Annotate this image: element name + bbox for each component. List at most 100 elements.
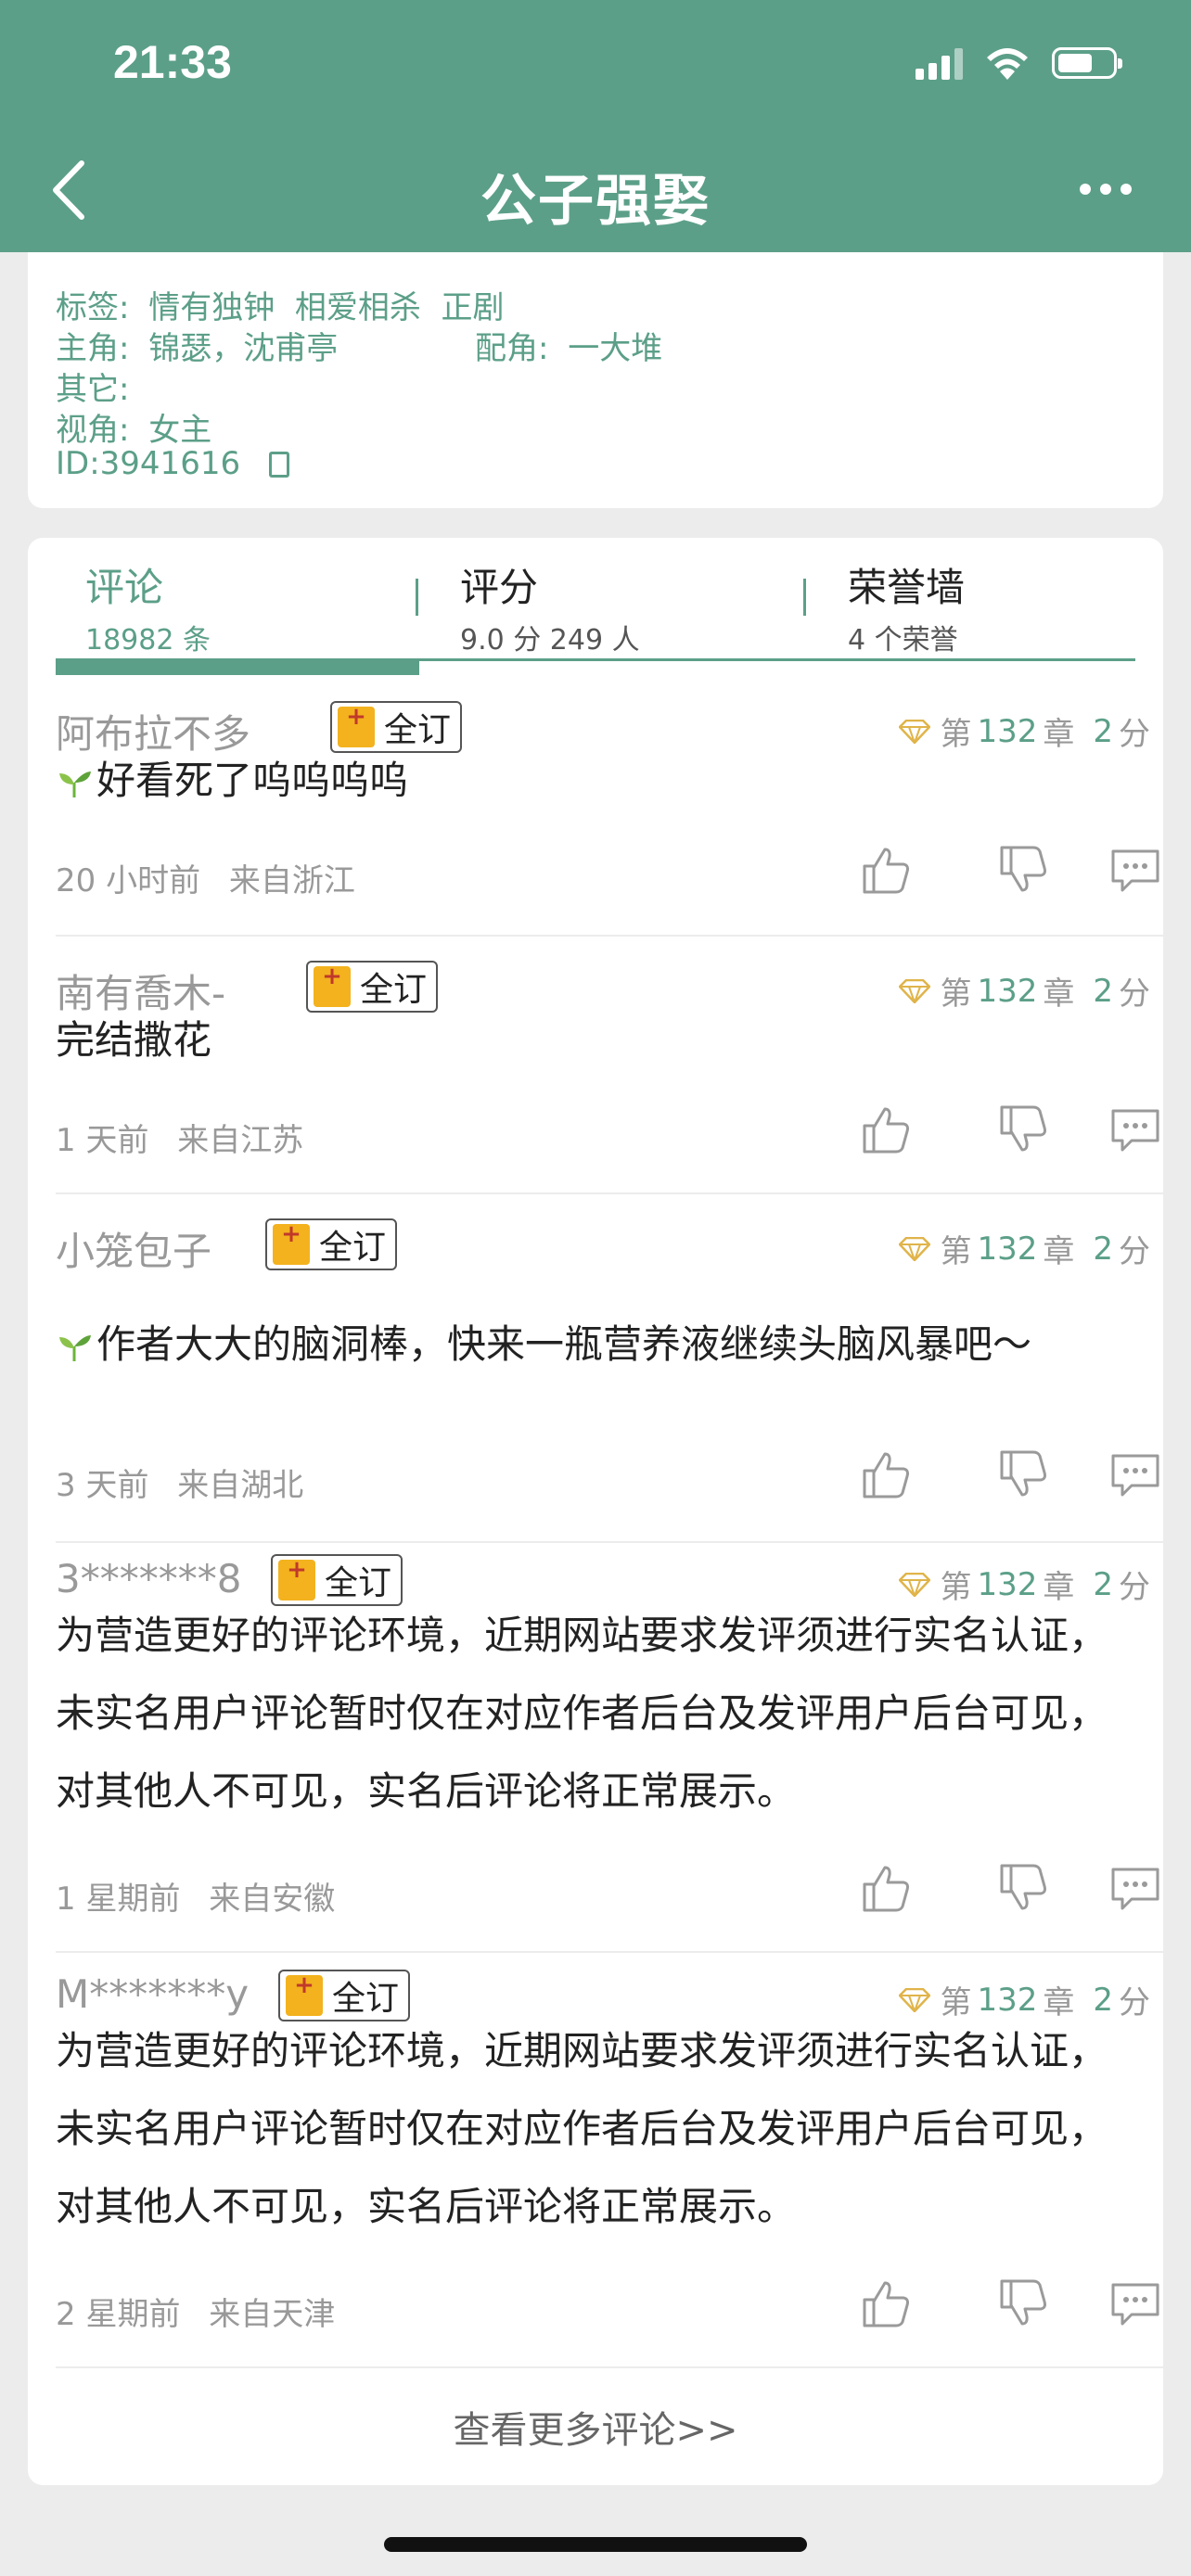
- comment-meta: 第 132 章 2 分: [899, 708, 1150, 754]
- divider: [56, 935, 1163, 937]
- tab-honor-label: 荣誉墙: [848, 565, 966, 610]
- chapter-number: 132: [977, 712, 1038, 750]
- dislike-icon[interactable]: [994, 1860, 1050, 1916]
- reply-icon[interactable]: [1108, 842, 1163, 898]
- like-icon[interactable]: [857, 1860, 913, 1916]
- comment-text: 作者大大的脑洞棒，快来一瓶营养液继续头脑风暴吧～: [96, 1321, 1032, 1367]
- pov-value: 女主: [148, 412, 212, 449]
- reply-icon[interactable]: [1108, 1860, 1163, 1916]
- reply-icon[interactable]: [1108, 1102, 1163, 1157]
- signal-icon: [916, 46, 963, 80]
- more-options-icon[interactable]: [1080, 184, 1132, 195]
- wifi-icon: [987, 48, 1028, 80]
- badge-label: 全订: [360, 971, 428, 1009]
- battery-icon: [1052, 47, 1122, 79]
- comment-text-row: 完结撒花: [56, 1001, 211, 1079]
- divider: [56, 2366, 1163, 2368]
- comment-text-row: 为营造更好的评论环境，近期网站要求发评须进行实名认证，未实名用户评论暂时仅在对应…: [56, 2012, 1141, 2246]
- novel-info-card: 标签: 情有独钟 相爱相杀 正剧 主角: 锦瑟，沈甫亭 配角: 一大堆 其它: …: [28, 252, 1163, 508]
- home-indicator[interactable]: [384, 2537, 807, 2552]
- comment-location: 来自天津: [209, 2296, 336, 2333]
- comment-text: 为营造更好的评论环境，近期网站要求发评须进行实名认证，未实名用户评论暂时仅在对应…: [56, 1613, 1108, 1814]
- tab-honor-wall[interactable]: 荣誉墙 4 个荣誉: [848, 556, 965, 657]
- tab-ratings[interactable]: 评分 9.0 分 249 人: [460, 556, 640, 657]
- sprout-icon: [59, 772, 91, 797]
- comment-time: 2 星期前: [56, 2296, 181, 2333]
- full-subscribe-badge: 全订: [265, 1218, 398, 1270]
- chapter-suffix: 章: [1043, 716, 1075, 753]
- comment-username[interactable]: 3*******8: [56, 1556, 241, 1601]
- like-icon[interactable]: [857, 1447, 913, 1502]
- comment-time: 1 星期前: [56, 1881, 181, 1918]
- other-row: 其它:: [56, 363, 129, 409]
- diamond-icon: [899, 1572, 931, 1597]
- comment-time-row: 2 星期前 来自天津: [56, 2289, 335, 2334]
- comment-location: 来自安徽: [209, 1881, 336, 1918]
- tab-active-indicator: [56, 660, 419, 675]
- pov-label: 视角:: [56, 412, 130, 449]
- reply-icon[interactable]: [1108, 2276, 1163, 2331]
- diamond-icon: [899, 719, 931, 744]
- copy-icon[interactable]: [268, 452, 289, 478]
- load-more-comments-link[interactable]: 查看更多评论>>: [28, 2400, 1163, 2454]
- tab-comments[interactable]: 评论 18982 条: [85, 556, 211, 657]
- comment-time: 20 小时前: [56, 862, 201, 899]
- divider: [56, 1192, 1163, 1194]
- comment-time-row: 3 天前 来自湖北: [56, 1460, 303, 1505]
- divider: [56, 1951, 1163, 1953]
- diamond-icon: [899, 978, 931, 1003]
- subscribe-badge-icon: [278, 1556, 315, 1600]
- chapter-suffix: 章: [1043, 976, 1075, 1013]
- divider: [56, 1541, 1163, 1543]
- like-icon[interactable]: [857, 842, 913, 898]
- id-row: ID:3941616: [56, 445, 289, 482]
- comment-username[interactable]: 小笼包子: [56, 1220, 211, 1277]
- comment-actions: [857, 1447, 1163, 1502]
- tab-comments-label: 评论: [85, 565, 164, 610]
- reply-icon[interactable]: [1108, 1447, 1163, 1502]
- like-icon[interactable]: [857, 2276, 913, 2331]
- comments-card: 评论 18982 条 评分 9.0 分 249 人 荣誉墙 4 个荣誉 阿布拉不…: [28, 538, 1163, 2485]
- tab-ratings-label: 评分: [460, 565, 539, 610]
- full-subscribe-badge: 全订: [306, 961, 439, 1013]
- comment-item: 3*******8 全订 第 132 章 2 分 为营造更好的评论环境，近期网站…: [56, 1554, 1163, 1953]
- diamond-icon: [899, 1236, 931, 1261]
- subscribe-badge-icon: [286, 1971, 323, 2016]
- dislike-icon[interactable]: [994, 1102, 1050, 1157]
- page-title: 公子强娶: [480, 169, 711, 234]
- comment-time: 3 天前: [56, 1467, 149, 1504]
- top-bar: 21:33 公子强娶: [0, 0, 1191, 252]
- comment-text-row: 好看死了呜呜呜呜: [56, 742, 408, 820]
- score-value: 2: [1093, 1230, 1113, 1268]
- comment-location: 来自江苏: [177, 1122, 304, 1159]
- comment-item: M*******y 全订 第 132 章 2 分 为营造更好的评论环境，近期网站…: [56, 1970, 1163, 2368]
- subscribe-badge-icon: [273, 1220, 310, 1265]
- chapter-prefix: 第: [940, 716, 972, 753]
- status-time: 21:33: [113, 36, 232, 88]
- tags-label: 标签:: [56, 289, 130, 326]
- dislike-icon[interactable]: [994, 1447, 1050, 1502]
- tab-comments-count: 18982 条: [85, 624, 211, 657]
- comment-actions: [857, 1102, 1163, 1157]
- comment-item: 南有喬木- 全订 第 132 章 2 分 完结撒花 1 天前 来自江苏: [56, 961, 1163, 1194]
- support-value: 一大堆: [568, 330, 663, 367]
- comment-actions: [857, 1860, 1163, 1916]
- comment-text: 完结撒花: [56, 1017, 212, 1063]
- comment-text: 好看死了呜呜呜呜: [96, 758, 409, 803]
- dislike-icon[interactable]: [994, 842, 1050, 898]
- like-icon[interactable]: [857, 1102, 913, 1157]
- comment-text-row: 作者大大的脑洞棒，快来一瓶营养液继续头脑风暴吧～: [56, 1306, 1031, 1384]
- comment-location: 来自浙江: [228, 862, 355, 899]
- comment-username[interactable]: M*******y: [56, 1971, 249, 2017]
- comment-text: 为营造更好的评论环境，近期网站要求发评须进行实名认证，未实名用户评论暂时仅在对应…: [56, 2028, 1108, 2229]
- score-value: 2: [1093, 972, 1113, 1010]
- score-value: 2: [1093, 712, 1113, 750]
- diamond-icon: [899, 1987, 931, 2012]
- tab-separator: [803, 579, 806, 616]
- comment-meta: 第 132 章 2 分: [899, 968, 1150, 1014]
- support-label: 配角:: [475, 330, 549, 367]
- dislike-icon[interactable]: [994, 2276, 1050, 2331]
- chapter-suffix: 章: [1043, 1233, 1075, 1270]
- comment-time-row: 20 小时前 来自浙江: [56, 855, 355, 900]
- lead-label: 主角:: [56, 330, 130, 367]
